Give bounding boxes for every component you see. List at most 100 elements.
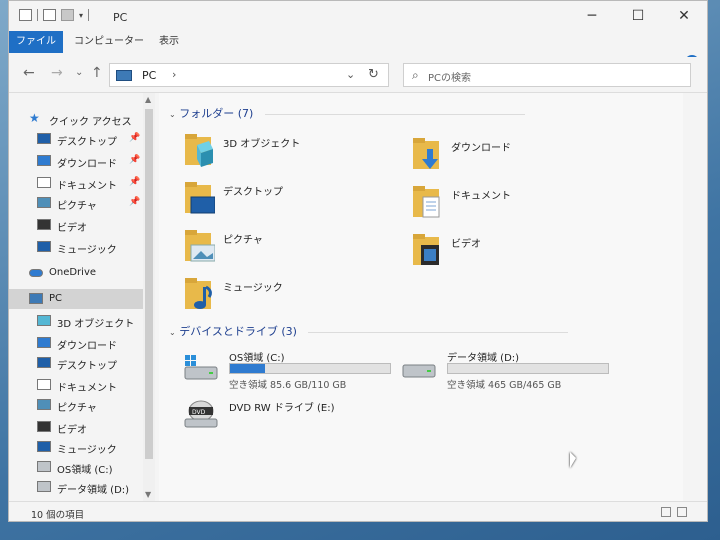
folder-downloads[interactable]: ダウンロード bbox=[411, 135, 611, 179]
sidebar-item[interactable]: ビデオ bbox=[9, 417, 143, 437]
sidebar-item-label: ドキュメント bbox=[57, 181, 117, 192]
scroll-down-icon[interactable]: ▼ bbox=[145, 490, 151, 499]
pc-icon bbox=[29, 293, 43, 304]
cloud-icon bbox=[29, 269, 43, 277]
collapse-chevron-icon[interactable]: ⌄ bbox=[169, 110, 176, 119]
folder-pictures[interactable]: ピクチャ bbox=[183, 227, 383, 271]
section-devices-header[interactable]: ⌄ デバイスとドライブ (3) bbox=[169, 323, 569, 339]
section-folders-title: フォルダー (7) bbox=[179, 107, 254, 120]
mouse-cursor-icon bbox=[570, 452, 576, 468]
folder-desktop[interactable]: デスクトップ bbox=[183, 179, 383, 223]
scroll-up-icon[interactable]: ▲ bbox=[145, 95, 151, 104]
properties-icon[interactable] bbox=[43, 9, 56, 21]
quick-access-toolbar: ▾ bbox=[19, 9, 90, 21]
section-folders-header[interactable]: ⌄ フォルダー (7) bbox=[169, 105, 525, 121]
cube-folder-icon bbox=[185, 134, 213, 167]
drive-d[interactable]: データ領域 (D:) 空き領域 465 GB/465 GB bbox=[401, 349, 621, 393]
sidebar-item[interactable]: ビデオ bbox=[9, 215, 143, 235]
folder-label: デスクトップ bbox=[223, 187, 283, 198]
maximize-button[interactable]: ☐ bbox=[615, 1, 661, 31]
document-folder-icon bbox=[413, 186, 440, 218]
content-scrollbar[interactable] bbox=[691, 93, 707, 501]
breadcrumb-chevron-icon[interactable]: › bbox=[172, 68, 176, 81]
sidebar-item[interactable]: ピクチャ 📌 bbox=[9, 193, 143, 213]
drive-usage-bar bbox=[447, 363, 609, 374]
drive-icon bbox=[37, 461, 51, 472]
scrollbar-thumb[interactable] bbox=[145, 109, 153, 459]
close-button[interactable]: ✕ bbox=[661, 1, 707, 31]
pin-icon: 📌 bbox=[129, 133, 141, 143]
sidebar-item-label: ピクチャ bbox=[57, 403, 97, 414]
tab-view[interactable]: 表示 bbox=[149, 31, 189, 53]
sidebar-item[interactable]: デスクトップ 📌 bbox=[9, 129, 143, 149]
sidebar-item[interactable]: デスクトップ bbox=[9, 353, 143, 373]
sidebar-item[interactable]: ピクチャ bbox=[9, 395, 143, 415]
sidebar-item-label: OS領域 (C:) bbox=[57, 465, 113, 476]
folder-label: ダウンロード bbox=[451, 143, 511, 154]
cube-icon bbox=[37, 315, 51, 326]
window-title: PC bbox=[113, 11, 128, 24]
sidebar-item[interactable]: PC bbox=[9, 289, 143, 309]
drive-c[interactable]: OS領域 (C:) 空き領域 85.6 GB/110 GB bbox=[183, 349, 403, 393]
up-button[interactable]: ↑ bbox=[91, 65, 103, 81]
svg-text:DVD: DVD bbox=[192, 409, 206, 416]
drive-capacity: 空き領域 85.6 GB/110 GB bbox=[229, 380, 347, 391]
folder-documents[interactable]: ドキュメント bbox=[411, 183, 611, 227]
tab-file[interactable]: ファイル bbox=[9, 31, 63, 53]
sidebar-item[interactable]: OneDrive bbox=[9, 263, 143, 283]
windows-drive-icon bbox=[184, 355, 218, 380]
video-icon bbox=[37, 421, 51, 432]
folder-label: 3D オブジェクト bbox=[223, 139, 301, 150]
drive-label: データ領域 (D:) bbox=[447, 353, 520, 364]
new-folder-icon[interactable] bbox=[61, 9, 74, 21]
breadcrumb-pc[interactable]: PC bbox=[142, 69, 156, 82]
details-view-icon[interactable] bbox=[661, 507, 671, 517]
sidebar-item-label: 3D オブジェクト bbox=[57, 319, 135, 330]
chevron-down-icon[interactable]: ▾ bbox=[79, 11, 83, 20]
search-placeholder: PCの検索 bbox=[428, 73, 472, 84]
search-icon: ⌕ bbox=[412, 68, 419, 82]
refresh-button[interactable]: ↻ bbox=[368, 67, 379, 82]
sidebar-item[interactable]: 3D オブジェクト bbox=[9, 311, 143, 331]
sidebar-item[interactable]: ミュージック bbox=[9, 237, 143, 257]
sidebar-item[interactable]: ドキュメント 📌 bbox=[9, 173, 143, 193]
download-icon bbox=[37, 337, 51, 348]
content-pane: ⌄ フォルダー (7) 3D オブジェクト ダウンロード デスクトップ ドキュメ… bbox=[159, 93, 683, 501]
divider bbox=[308, 331, 569, 333]
divider bbox=[37, 9, 38, 21]
sidebar-item[interactable]: ダウンロード bbox=[9, 333, 143, 353]
sidebar-item[interactable]: ダウンロード 📌 bbox=[9, 151, 143, 171]
tab-computer[interactable]: コンピューター bbox=[69, 31, 149, 53]
forward-button[interactable]: → bbox=[51, 65, 63, 81]
address-bar[interactable]: PC › ⌄ ↻ bbox=[109, 63, 389, 87]
sidebar-item-label: ダウンロード bbox=[57, 159, 117, 170]
sidebar-item[interactable]: OS領域 (C:) bbox=[9, 457, 143, 477]
large-icons-view-icon[interactable] bbox=[677, 507, 687, 517]
recent-locations-button[interactable]: ⌄ bbox=[75, 67, 83, 78]
collapse-chevron-icon[interactable]: ⌄ bbox=[169, 328, 176, 337]
sidebar-item[interactable]: ドキュメント bbox=[9, 375, 143, 395]
address-dropdown-icon[interactable]: ⌄ bbox=[346, 68, 355, 81]
picture-folder-icon bbox=[185, 230, 215, 262]
sidebar-item[interactable]: データ領域 (D:) bbox=[9, 477, 143, 497]
sidebar-item-label: ドキュメント bbox=[57, 383, 117, 394]
folder-music[interactable]: ミュージック bbox=[183, 275, 383, 319]
back-button[interactable]: ← bbox=[23, 65, 35, 81]
drive-e[interactable]: DVD DVD RW ドライブ (E:) bbox=[183, 399, 403, 443]
drive-icon bbox=[402, 364, 436, 378]
search-input[interactable]: ⌕ PCの検索 bbox=[403, 63, 691, 87]
view-switcher bbox=[661, 507, 687, 517]
drive-label: OS領域 (C:) bbox=[229, 353, 285, 364]
sidebar-item-label: デスクトップ bbox=[57, 137, 117, 148]
minimize-button[interactable]: ─ bbox=[569, 1, 615, 31]
pc-icon[interactable] bbox=[19, 9, 32, 21]
sidebar-scrollbar[interactable]: ▲ ▼ bbox=[143, 93, 155, 501]
sidebar-item-label: ビデオ bbox=[57, 425, 87, 436]
sidebar-item-label: ダウンロード bbox=[57, 341, 117, 352]
sidebar-item[interactable]: ★ クイック アクセス bbox=[9, 109, 143, 129]
folder-videos[interactable]: ビデオ bbox=[411, 231, 611, 275]
sidebar-item[interactable]: ミュージック bbox=[9, 437, 143, 457]
folder-3d-objects[interactable]: 3D オブジェクト bbox=[183, 131, 383, 175]
divider bbox=[264, 113, 525, 115]
picture-icon bbox=[37, 399, 51, 410]
